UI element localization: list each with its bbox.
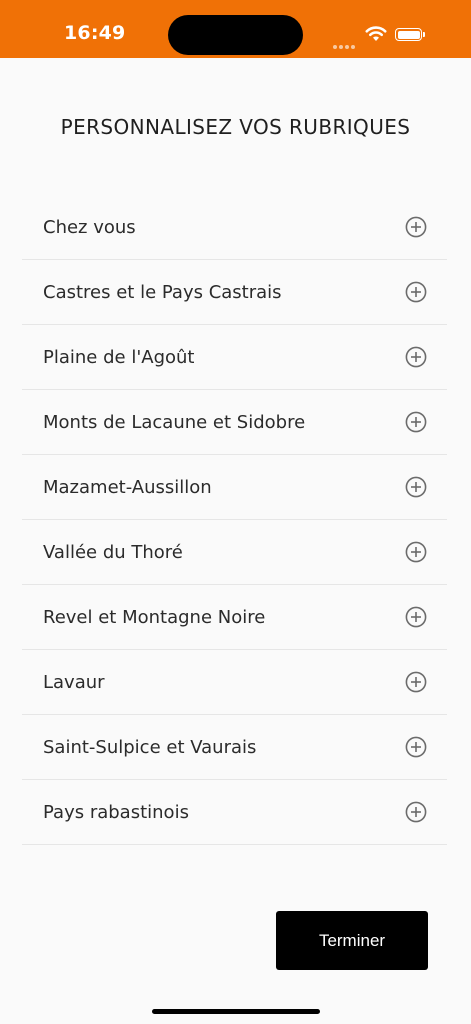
rubrique-label: Castres et le Pays Castrais — [43, 282, 282, 303]
plus-circle-icon[interactable] — [405, 671, 427, 693]
rubrique-label: Plaine de l'Agoût — [43, 347, 195, 368]
rubrique-label: Mazamet-Aussillon — [43, 477, 212, 498]
rubrique-label: Chez vous — [43, 217, 136, 238]
plus-circle-icon[interactable] — [405, 411, 427, 433]
list-item[interactable]: Pays rabastinois — [22, 780, 447, 845]
list-item[interactable]: Revel et Montagne Noire — [22, 585, 447, 650]
list-item[interactable]: Chez vous — [22, 195, 447, 260]
status-time: 16:49 — [64, 22, 126, 44]
list-item[interactable]: Lavaur — [22, 650, 447, 715]
status-bar: 16:49 — [0, 0, 471, 58]
plus-circle-icon[interactable] — [405, 801, 427, 823]
list-item[interactable]: Mazamet-Aussillon — [22, 455, 447, 520]
plus-circle-icon[interactable] — [405, 736, 427, 758]
plus-circle-icon[interactable] — [405, 476, 427, 498]
rubrique-label: Saint-Sulpice et Vaurais — [43, 737, 257, 758]
list-item[interactable]: Castres et le Pays Castrais — [22, 260, 447, 325]
list-item[interactable]: Plaine de l'Agoût — [22, 325, 447, 390]
rubrique-list: Chez vous Castres et le Pays Castrais Plai… — [22, 195, 447, 845]
signal-dots-icon — [333, 36, 357, 54]
list-item[interactable]: Vallée du Thoré — [22, 520, 447, 585]
rubrique-label: Lavaur — [43, 672, 105, 693]
finish-button[interactable]: Terminer — [276, 911, 428, 970]
battery-icon — [395, 28, 425, 41]
rubrique-label: Vallée du Thoré — [43, 542, 183, 563]
dynamic-island — [168, 15, 303, 55]
page-title: PERSONNALISEZ VOS RUBRIQUES — [60, 115, 411, 139]
plus-circle-icon[interactable] — [405, 541, 427, 563]
plus-circle-icon[interactable] — [405, 216, 427, 238]
wifi-icon — [365, 26, 387, 41]
rubrique-label: Pays rabastinois — [43, 802, 189, 823]
rubrique-label: Monts de Lacaune et Sidobre — [43, 412, 306, 433]
list-item[interactable]: Monts de Lacaune et Sidobre — [22, 390, 447, 455]
plus-circle-icon[interactable] — [405, 281, 427, 303]
plus-circle-icon[interactable] — [405, 346, 427, 368]
home-indicator[interactable] — [152, 1009, 320, 1014]
rubrique-label: Revel et Montagne Noire — [43, 607, 266, 628]
list-item[interactable]: Saint-Sulpice et Vaurais — [22, 715, 447, 780]
plus-circle-icon[interactable] — [405, 606, 427, 628]
